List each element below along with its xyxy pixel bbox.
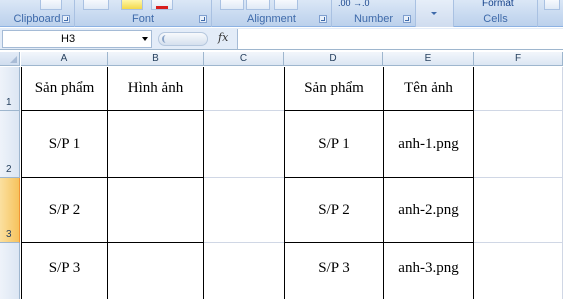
chevron-down-icon[interactable] [142,37,148,41]
formula-bar-splitter[interactable] [158,32,208,46]
cell-d2[interactable]: S/P 1 [285,111,383,177]
cell-a4[interactable]: S/P 3 [22,243,107,293]
styles-dropdown[interactable] [416,0,454,27]
column-header-c[interactable]: C [204,52,284,66]
table-border [473,67,474,299]
gridline [473,177,563,178]
increase-indent-button[interactable] [246,0,270,10]
decimal-buttons[interactable]: .00 →.0 [338,0,370,8]
column-header-d[interactable]: D [284,52,383,66]
alignment-group: Alignment [212,0,332,27]
formula-bar: H3 fx [0,28,563,50]
ribbon: Clipboard Font Alignment .00 →.0 Number … [0,0,563,27]
column-header-e[interactable]: E [383,52,474,66]
row-header-label: 3 [6,229,12,240]
font-group: Font [75,0,212,27]
decrease-indent-button[interactable] [220,0,244,10]
gridline [203,242,284,243]
cell-e3[interactable]: anh-2.png [384,178,473,242]
cell-a2[interactable]: S/P 1 [22,111,107,177]
number-group: .00 →.0 Number [332,0,416,27]
cells-group-label: Cells [483,13,508,25]
orientation-button[interactable] [274,0,298,10]
gridline [473,242,563,243]
row-header-1[interactable]: 1 [0,67,20,111]
row-header-label: 1 [6,97,12,108]
row-header-label: 2 [6,164,12,175]
table-border [203,67,204,299]
gridline [203,177,284,178]
format-button[interactable]: Format [482,0,514,9]
insert-function-icon[interactable]: fx [218,31,228,44]
row-header-2[interactable]: 2 [0,111,20,178]
cell-b2[interactable] [108,111,203,177]
gridline [203,110,284,111]
clipboard-group: Clipboard [0,0,75,27]
alignment-group-label: Alignment [247,13,296,25]
cell-d1[interactable]: Sản phẩm [285,67,383,110]
name-box[interactable]: H3 [2,30,152,48]
cell-b4[interactable] [108,243,203,293]
column-header-f[interactable]: F [474,52,563,66]
cell-e4[interactable]: anh-3.png [384,243,473,293]
cell-d4[interactable]: S/P 3 [285,243,383,293]
cell-a1[interactable]: Sản phẩm [22,67,107,110]
cell-d3[interactable]: S/P 2 [285,178,383,242]
column-header-b[interactable]: B [108,52,204,66]
formula-input[interactable] [237,29,563,49]
select-all-button[interactable] [0,52,20,66]
editing-group [538,0,563,27]
cell-b1[interactable]: Hình ảnh [108,67,203,110]
worksheet-grid[interactable]: Sản phẩm Hình ảnh Sản phẩm Tên ảnh S/P 1… [21,67,563,299]
cell-a3[interactable]: S/P 2 [22,178,107,242]
number-launcher-icon[interactable] [403,15,411,23]
font-launcher-icon[interactable] [199,15,207,23]
clipboard-launcher-icon[interactable] [62,15,70,23]
row-header-4[interactable] [0,243,20,299]
borders-button[interactable] [83,0,109,10]
fill-color-button[interactable] [121,0,143,10]
font-color-swatch-icon [156,6,168,9]
alignment-launcher-icon[interactable] [319,15,327,23]
cell-e2[interactable]: anh-1.png [384,111,473,177]
chevron-down-icon [431,12,437,15]
cell-b3[interactable] [108,178,203,242]
name-box-value: H3 [61,33,76,45]
row-header-3[interactable]: 3 [0,178,20,243]
font-group-label: Font [131,13,154,25]
column-header-a[interactable]: A [21,52,108,66]
font-color-button[interactable] [151,0,173,10]
cells-group: Format Cells [454,0,538,27]
cell-e1[interactable]: Tên ảnh [384,67,473,110]
format-painter-button[interactable] [40,0,62,10]
gridline [473,110,563,111]
clear-button[interactable] [544,0,560,10]
